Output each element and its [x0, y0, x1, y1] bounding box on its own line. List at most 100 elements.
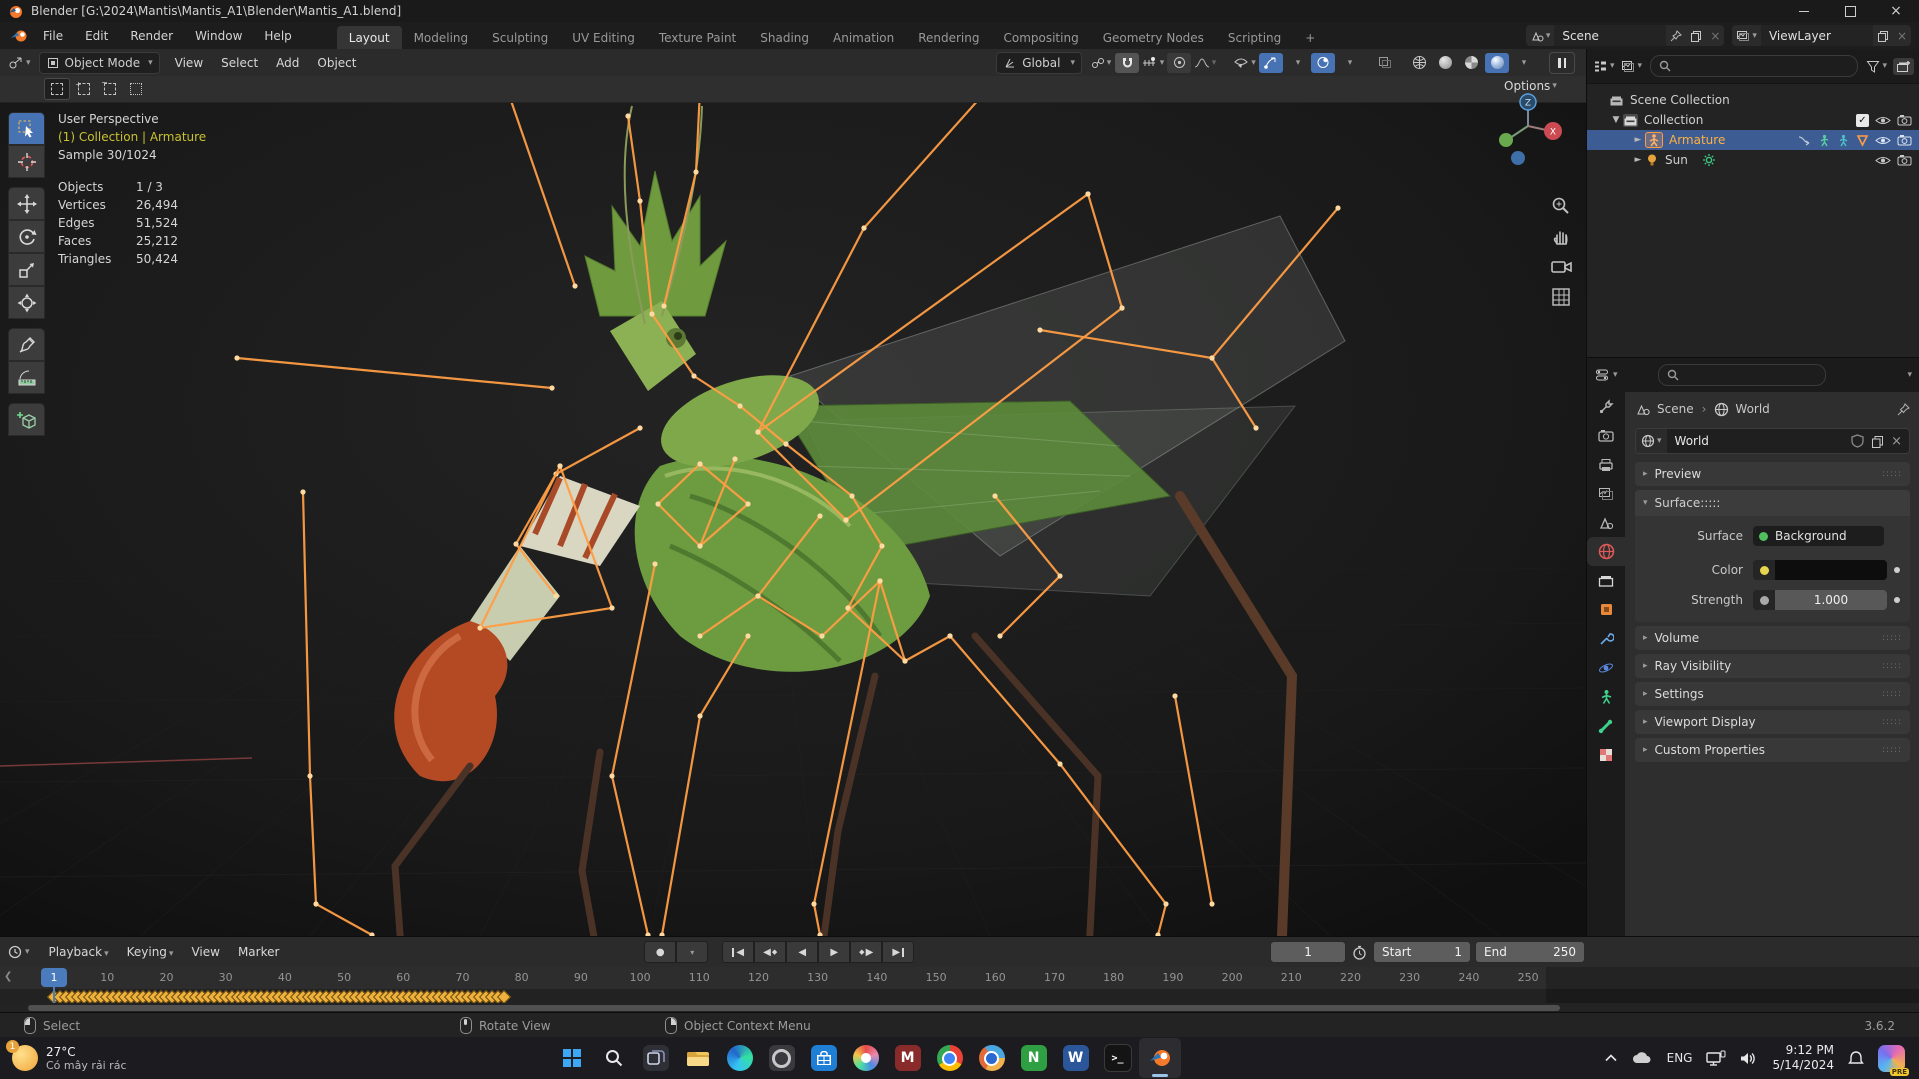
properties-tab-object[interactable]	[1587, 595, 1625, 624]
playhead[interactable]: 1	[41, 968, 67, 987]
snap-magnet-toggle[interactable]	[1115, 53, 1139, 73]
new-viewlayer-icon[interactable]	[1873, 25, 1893, 46]
previous-keyframe-button[interactable]: ◀◆	[754, 941, 786, 963]
eye-icon[interactable]	[1875, 155, 1891, 166]
frame-end-field[interactable]: End250	[1475, 941, 1585, 963]
taskbar-app-task-view[interactable]	[635, 1038, 677, 1078]
properties-tab-tool[interactable]	[1587, 392, 1625, 421]
menu-file[interactable]: File	[32, 22, 74, 49]
panel-ray-visibility[interactable]: ▸Ray Visibility:::::	[1635, 654, 1910, 678]
show-object-types-dropdown[interactable]: ▾	[1233, 53, 1257, 73]
shading-dropdown[interactable]: ▾	[1511, 53, 1535, 73]
pan-hand-icon[interactable]	[1551, 227, 1571, 247]
volume-icon[interactable]	[1740, 1051, 1758, 1066]
properties-tab-view-layer[interactable]	[1587, 479, 1625, 508]
proportional-falloff-dropdown[interactable]: ▾	[1193, 53, 1217, 73]
new-collection-button[interactable]	[1893, 58, 1914, 75]
minimize-button[interactable]	[1781, 0, 1827, 22]
pivot-point-dropdown[interactable]: ▾	[1089, 53, 1113, 73]
tool-rotate[interactable]	[8, 220, 45, 253]
auto-keying-dropdown[interactable]: ▾	[676, 941, 708, 963]
pin-icon[interactable]	[1897, 403, 1910, 416]
snap-settings-dropdown[interactable]: ▾	[1141, 53, 1165, 73]
expand-arrow-icon[interactable]: ▼	[1609, 115, 1623, 125]
editor-type-icon[interactable]: ▾	[8, 56, 31, 70]
next-keyframe-button[interactable]: ◆▶	[850, 941, 882, 963]
panel-preview[interactable]: ▸ Preview :::::	[1635, 462, 1910, 486]
panel-grip-icon[interactable]: :::::	[1882, 661, 1902, 671]
world-name[interactable]: World	[1667, 434, 1717, 448]
world-browse-dropdown[interactable]: ▾	[1636, 429, 1667, 453]
zoom-icon[interactable]	[1551, 196, 1571, 216]
scene-icon[interactable]: ▾	[1526, 25, 1555, 46]
copy-datablock-icon[interactable]	[1871, 435, 1884, 448]
expand-arrow-icon[interactable]: ►	[1631, 135, 1645, 145]
workspace-tab-uv-editing[interactable]: UV Editing	[560, 26, 647, 49]
properties-tab-render[interactable]	[1587, 421, 1625, 450]
taskbar-app-terminal[interactable]: >_	[1097, 1038, 1139, 1078]
pause-render-button[interactable]	[1549, 52, 1575, 74]
taskbar-app-photos[interactable]	[845, 1038, 887, 1078]
outliner-library-dropdown[interactable]: ▾	[1621, 60, 1643, 73]
navigation-gizmo[interactable]: Z X	[1492, 90, 1568, 170]
close-button[interactable]: ×	[1873, 0, 1919, 22]
properties-tab-texture[interactable]	[1587, 740, 1625, 769]
language-indicator[interactable]: ENG	[1667, 1051, 1693, 1065]
timeline-expand-arrow-icon[interactable]: ❮	[4, 971, 12, 982]
properties-tab-object-data[interactable]	[1587, 682, 1625, 711]
taskbar-app-start[interactable]	[551, 1038, 593, 1078]
shading-solid-button[interactable]	[1433, 53, 1457, 73]
overlays-toggle[interactable]	[1311, 53, 1335, 73]
workspace-tab-layout[interactable]: Layout	[337, 26, 402, 49]
panel-grip-icon[interactable]: :::::	[1882, 689, 1902, 699]
viewlayer-icon[interactable]: ▾	[1732, 25, 1761, 46]
pin-icon[interactable]	[1666, 25, 1686, 46]
tool-measure[interactable]	[8, 361, 45, 394]
outliner-row-armature[interactable]: ► Armature	[1587, 130, 1919, 150]
menu-edit[interactable]: Edit	[74, 22, 119, 49]
color-swatch-field[interactable]	[1753, 560, 1887, 580]
workspace-tab-sculpting[interactable]: Sculpting	[480, 26, 560, 49]
menu-render[interactable]: Render	[119, 22, 184, 49]
maximize-button[interactable]	[1827, 0, 1873, 22]
panel-viewport-display[interactable]: ▸Viewport Display:::::	[1635, 710, 1910, 734]
workspace-tab-geometry-nodes[interactable]: Geometry Nodes	[1091, 26, 1216, 49]
workspace-tab-scripting[interactable]: Scripting	[1216, 26, 1293, 49]
workspace-tab-modeling[interactable]: Modeling	[402, 26, 481, 49]
camera-visibility-icon[interactable]	[1897, 114, 1912, 126]
gizmos-dropdown[interactable]: ▾	[1285, 53, 1309, 73]
jump-to-start-button[interactable]: ◀	[722, 941, 754, 963]
xray-toggle[interactable]	[1373, 53, 1397, 73]
unlink-datablock-icon[interactable]: ×	[1891, 434, 1902, 449]
mode-dropdown[interactable]: Object Mode ▾	[39, 52, 160, 74]
gizmo-y-axis[interactable]	[1499, 133, 1513, 147]
panel-volume[interactable]: ▸Volume:::::	[1635, 626, 1910, 650]
proportional-editing-toggle[interactable]	[1167, 53, 1191, 73]
menu-window[interactable]: Window	[184, 22, 253, 49]
strength-slider[interactable]: 1.000	[1753, 590, 1887, 610]
panel-surface[interactable]: ▾ Surface :::::	[1635, 490, 1910, 516]
checkbox-icon[interactable]: ✓	[1856, 114, 1869, 127]
color-swatch[interactable]	[1775, 560, 1887, 580]
menu-playback[interactable]: Playback▾	[40, 945, 118, 959]
viewport-menu-select[interactable]: Select	[212, 56, 267, 70]
workspace-tab-shading[interactable]: Shading	[748, 26, 821, 49]
taskbar-app-edge[interactable]	[719, 1038, 761, 1078]
eye-icon[interactable]	[1875, 115, 1891, 126]
overlays-dropdown[interactable]: ▾	[1337, 53, 1361, 73]
properties-tab-scene[interactable]	[1587, 508, 1625, 537]
outliner-filter-dropdown[interactable]: ▾	[1866, 60, 1887, 73]
taskbar-app-blender[interactable]	[1139, 1038, 1181, 1078]
expand-arrow-icon[interactable]: ►	[1631, 155, 1645, 165]
taskbar-app-file-explorer[interactable]	[677, 1038, 719, 1078]
gizmos-toggle[interactable]	[1259, 53, 1283, 73]
panel-grip-icon[interactable]: :::::	[1882, 745, 1902, 755]
workspace-tab-rendering[interactable]: Rendering	[906, 26, 991, 49]
animate-strength-dot[interactable]	[1894, 597, 1900, 603]
select-mode-subtract-button[interactable]: −	[98, 79, 122, 99]
outliner-search-input[interactable]	[1650, 55, 1858, 77]
viewport-menu-view[interactable]: View	[166, 56, 212, 70]
onedrive-cloud-icon[interactable]	[1631, 1051, 1653, 1065]
outliner-row-collection[interactable]: ▼ Collection ✓	[1587, 110, 1919, 130]
taskbar-app-settings[interactable]	[761, 1038, 803, 1078]
